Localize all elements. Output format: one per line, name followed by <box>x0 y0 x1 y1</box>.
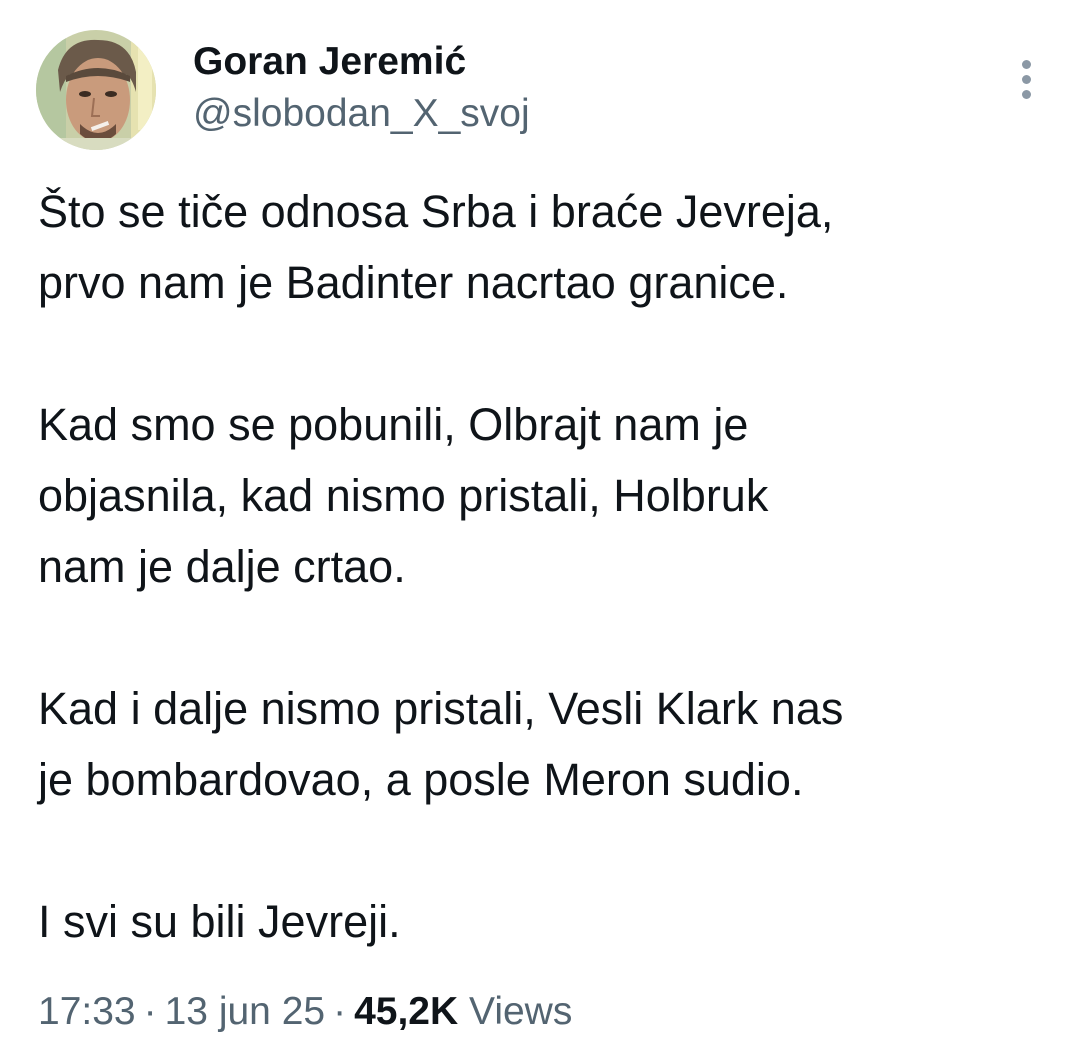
more-options-button[interactable] <box>1006 54 1046 106</box>
tweet-card: Goran Jeremić @slobodan_X_svoj Što se ti… <box>0 0 1080 1061</box>
author-handle[interactable]: @slobodan_X_svoj <box>193 90 530 138</box>
more-vertical-icon <box>1006 54 1046 99</box>
tweet-text: Što se tiče odnosa Srba i braće Jevreja,… <box>38 176 1048 957</box>
tweet-paragraph: I svi su bili Jevreji. <box>38 896 401 947</box>
avatar-photo-icon <box>36 30 156 150</box>
tweet-paragraph: Kad smo se pobunili, Olbrajt nam je obja… <box>38 399 769 592</box>
author-names: Goran Jeremić @slobodan_X_svoj <box>193 40 530 138</box>
tweet-date[interactable]: 13 jun 25 <box>165 990 325 1033</box>
views-count[interactable]: 45,2K <box>354 990 458 1033</box>
tweet-header: Goran Jeremić @slobodan_X_svoj <box>36 30 1046 152</box>
tweet-meta: 17:33 · 13 jun 25 · 45,2K Views <box>38 986 572 1038</box>
views-label: Views <box>469 990 573 1033</box>
meta-separator: · <box>143 990 157 1033</box>
tweet-paragraph: Što se tiče odnosa Srba i braće Jevreja,… <box>38 186 834 308</box>
tweet-time[interactable]: 17:33 <box>38 990 136 1033</box>
author-display-name[interactable]: Goran Jeremić <box>193 40 530 84</box>
avatar[interactable] <box>36 30 156 150</box>
tweet-paragraph: Kad i dalje nismo pristali, Vesli Klark … <box>38 683 844 805</box>
meta-separator: · <box>333 990 347 1033</box>
